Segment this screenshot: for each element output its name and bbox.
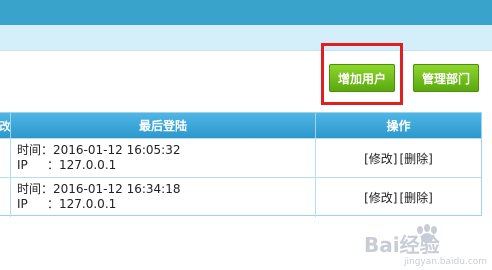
last-login-cell: 时间：2016-01-12 16:34:18 IP ：127.0.0.1 [10, 178, 315, 217]
time-value: 2016-01-12 16:34:18 [53, 182, 181, 196]
manage-department-button[interactable]: 管理部门 [413, 64, 479, 92]
table-row: 时间：2016-01-12 16:34:18 IP ：127.0.0.1 [修改]… [0, 177, 481, 217]
column-header-last-login: 最后登陆 [10, 113, 315, 138]
ip-label: IP [17, 158, 28, 172]
watermark-text: Bai经验 [364, 233, 440, 257]
ip-separator: ： [47, 158, 60, 172]
time-label: 时间： [17, 143, 54, 157]
column-header-partial: 改 [0, 119, 11, 133]
edit-link[interactable]: [修改] [364, 189, 397, 206]
table-cell [0, 139, 10, 178]
time-value: 2016-01-12 16:05:32 [53, 143, 181, 157]
ip-separator: ： [47, 197, 60, 211]
delete-link[interactable]: [删除] [400, 150, 433, 167]
ip-label: IP [17, 197, 28, 211]
top-banner [0, 0, 492, 25]
add-user-button[interactable]: 增加用户 [329, 64, 395, 92]
column-header-operations: 操作 [315, 113, 481, 138]
user-table: 改 最后登陆 操作 时间：2016-01-12 16:05:32 IP ：127.… [0, 112, 482, 217]
login-ip-line: IP ：127.0.0.1 [17, 197, 315, 212]
ip-value: 127.0.0.1 [59, 158, 117, 172]
login-time-line: 时间：2016-01-12 16:05:32 [17, 143, 315, 158]
table-header: 改 最后登陆 操作 [0, 113, 481, 138]
table-row: 时间：2016-01-12 16:05:32 IP ：127.0.0.1 [修改]… [0, 138, 481, 178]
operations-cell: [修改] [删除] [315, 178, 481, 217]
table-cell [0, 178, 10, 217]
time-label: 时间： [17, 182, 54, 196]
operations-cell: [修改] [删除] [315, 139, 481, 178]
login-ip-line: IP ：127.0.0.1 [17, 158, 315, 173]
login-time-line: 时间：2016-01-12 16:34:18 [17, 182, 315, 197]
edit-link[interactable]: [修改] [364, 150, 397, 167]
ip-value: 127.0.0.1 [59, 197, 117, 211]
watermark-subtext: jingyan.baidu.com [403, 257, 487, 266]
delete-link[interactable]: [删除] [400, 189, 433, 206]
last-login-cell: 时间：2016-01-12 16:05:32 IP ：127.0.0.1 [10, 139, 315, 178]
sub-toolbar [0, 25, 492, 51]
baidu-jingyan-watermark: Bai经验 jingyan.baidu.com [364, 224, 487, 266]
